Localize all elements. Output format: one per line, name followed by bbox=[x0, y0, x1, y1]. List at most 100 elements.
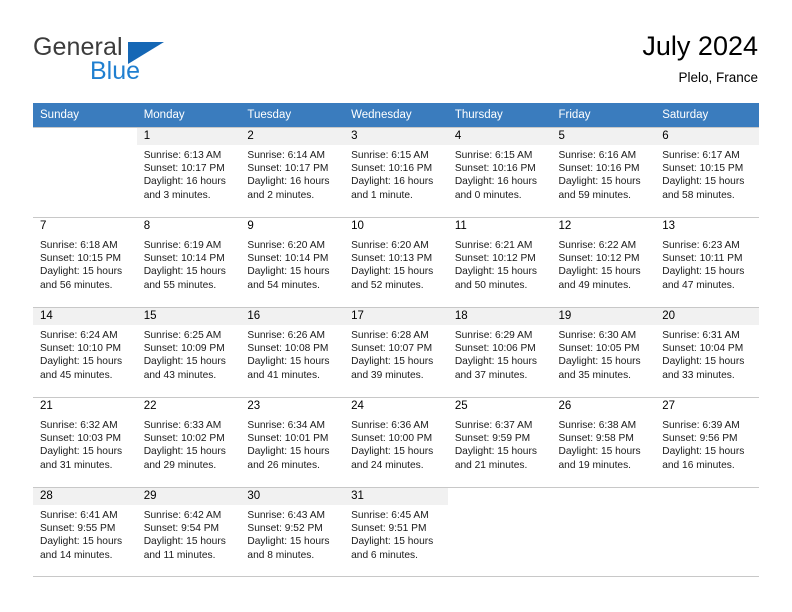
calendar-week-row: 1 Sunrise: 6:13 AM Sunset: 10:17 PM Dayligh… bbox=[33, 127, 759, 217]
day-details: Sunrise: 6:21 AM Sunset: 10:12 PM Daylight… bbox=[448, 235, 552, 292]
calendar-day-cell[interactable]: 20 Sunrise: 6:31 AM Sunset: 10:04 PM Daylig… bbox=[655, 307, 759, 397]
sunset-time: Sunset: 10:14 PM bbox=[247, 253, 329, 265]
calendar-week-row: 28 Sunrise: 6:41 AM Sunset: 9:55 PM Dayligh… bbox=[33, 487, 759, 577]
calendar-day-cell[interactable]: 29 Sunrise: 6:42 AM Sunset: 9:54 PM Dayligh… bbox=[136, 487, 241, 577]
sunset-time: Sunset: 9:51 PM bbox=[351, 523, 427, 535]
calendar-day-cell[interactable]: 24 Sunrise: 6:36 AM Sunset: 10:00 PM Daylig… bbox=[344, 397, 448, 487]
calendar-day-cell[interactable]: 2 Sunrise: 6:14 AM Sunset: 10:17 PM Dayligh… bbox=[240, 127, 345, 217]
day-number: 29 bbox=[136, 488, 241, 505]
day-cell-inner: 4 Sunrise: 6:15 AM Sunset: 10:16 PM Dayligh… bbox=[447, 127, 552, 217]
sunset-time: Sunset: 10:17 PM bbox=[143, 163, 225, 175]
calendar-day-cell[interactable]: 13 Sunrise: 6:23 AM Sunset: 10:11 PM Daylig… bbox=[655, 217, 759, 307]
sunrise-time: Sunrise: 6:17 AM bbox=[662, 150, 740, 161]
day-cell-inner bbox=[447, 487, 552, 577]
calendar-day-cell[interactable]: 10 Sunrise: 6:20 AM Sunset: 10:13 PM Daylig… bbox=[344, 217, 448, 307]
calendar-day-cell[interactable]: 5 Sunrise: 6:16 AM Sunset: 10:16 PM Dayligh… bbox=[551, 127, 656, 217]
daylight-duration-line2: and 1 minute. bbox=[351, 189, 413, 201]
daylight-duration-line1: Daylight: 15 hours bbox=[40, 356, 123, 368]
sunset-time: Sunset: 10:07 PM bbox=[351, 343, 433, 355]
calendar-week-row: 21 Sunrise: 6:32 AM Sunset: 10:03 PM Daylig… bbox=[33, 397, 759, 487]
sunrise-sunset-calendar: Sunday Monday Tuesday Wednesday Thursday… bbox=[33, 103, 759, 577]
calendar-day-cell[interactable]: 14 Sunrise: 6:24 AM Sunset: 10:10 PM Daylig… bbox=[33, 307, 137, 397]
calendar-day-cell[interactable]: 6 Sunrise: 6:17 AM Sunset: 10:15 PM Dayligh… bbox=[655, 127, 759, 217]
calendar-day-cell-empty bbox=[551, 487, 656, 577]
day-cell-inner: 6 Sunrise: 6:17 AM Sunset: 10:15 PM Dayligh… bbox=[655, 127, 759, 217]
day-cell-inner: 9 Sunrise: 6:20 AM Sunset: 10:14 PM Dayligh… bbox=[240, 217, 345, 307]
daylight-duration-line1: Daylight: 15 hours bbox=[662, 266, 745, 278]
day-number: 14 bbox=[33, 308, 137, 325]
day-details: Sunrise: 6:41 AM Sunset: 9:55 PM Daylight:… bbox=[33, 505, 137, 562]
sunset-time: Sunset: 10:09 PM bbox=[143, 343, 225, 355]
calendar-day-cell[interactable]: 28 Sunrise: 6:41 AM Sunset: 9:55 PM Dayligh… bbox=[33, 487, 137, 577]
day-cell-inner bbox=[655, 487, 759, 577]
calendar-day-cell[interactable]: 30 Sunrise: 6:43 AM Sunset: 9:52 PM Dayligh… bbox=[240, 487, 345, 577]
daylight-duration-line2: and 8 minutes. bbox=[247, 549, 315, 561]
day-cell-inner: 20 Sunrise: 6:31 AM Sunset: 10:04 PM Daylig… bbox=[655, 307, 759, 397]
day-number: 26 bbox=[551, 398, 656, 415]
calendar-day-cell[interactable]: 18 Sunrise: 6:29 AM Sunset: 10:06 PM Daylig… bbox=[447, 307, 552, 397]
daylight-duration-line2: and 33 minutes. bbox=[662, 369, 735, 381]
day-cell-inner: 30 Sunrise: 6:43 AM Sunset: 9:52 PM Dayligh… bbox=[240, 487, 345, 577]
day-details: Sunrise: 6:33 AM Sunset: 10:02 PM Daylight… bbox=[137, 415, 241, 472]
calendar-day-cell[interactable]: 3 Sunrise: 6:15 AM Sunset: 10:16 PM Dayligh… bbox=[344, 127, 448, 217]
calendar-week-row: 7 Sunrise: 6:18 AM Sunset: 10:15 PM Dayligh… bbox=[33, 217, 759, 307]
day-number: 1 bbox=[136, 128, 241, 145]
day-cell-inner bbox=[33, 127, 137, 217]
day-details: Sunrise: 6:26 AM Sunset: 10:08 PM Daylight… bbox=[240, 325, 344, 382]
sunset-time: Sunset: 10:15 PM bbox=[40, 253, 121, 265]
daylight-duration-line1: Daylight: 15 hours bbox=[558, 266, 641, 278]
day-number: 8 bbox=[136, 218, 241, 235]
title-block: July 2024 Plelo, France bbox=[642, 30, 758, 88]
calendar-day-cell[interactable]: 16 Sunrise: 6:26 AM Sunset: 10:08 PM Daylig… bbox=[240, 307, 345, 397]
day-cell-inner: 5 Sunrise: 6:16 AM Sunset: 10:16 PM Dayligh… bbox=[551, 127, 656, 217]
daylight-duration-line2: and 43 minutes. bbox=[143, 369, 217, 381]
calendar-day-cell[interactable]: 1 Sunrise: 6:13 AM Sunset: 10:17 PM Dayligh… bbox=[136, 127, 241, 217]
daylight-duration-line2: and 14 minutes. bbox=[40, 549, 113, 561]
day-number: 18 bbox=[447, 308, 552, 325]
day-cell-inner: 3 Sunrise: 6:15 AM Sunset: 10:16 PM Dayligh… bbox=[344, 127, 448, 217]
page-location: Plelo, France bbox=[678, 70, 758, 85]
calendar-day-cell[interactable]: 17 Sunrise: 6:28 AM Sunset: 10:07 PM Daylig… bbox=[344, 307, 448, 397]
day-cell-inner: 2 Sunrise: 6:14 AM Sunset: 10:17 PM Dayligh… bbox=[240, 127, 345, 217]
calendar-day-cell[interactable]: 23 Sunrise: 6:34 AM Sunset: 10:01 PM Daylig… bbox=[240, 397, 345, 487]
day-details: Sunrise: 6:13 AM Sunset: 10:17 PM Daylight… bbox=[137, 145, 241, 202]
general-blue-logo[interactable]: General Blue bbox=[33, 33, 263, 85]
day-number bbox=[552, 488, 656, 505]
calendar-day-cell[interactable]: 21 Sunrise: 6:32 AM Sunset: 10:03 PM Daylig… bbox=[33, 397, 137, 487]
calendar-day-cell[interactable]: 11 Sunrise: 6:21 AM Sunset: 10:12 PM Daylig… bbox=[447, 217, 552, 307]
calendar-day-cell[interactable]: 8 Sunrise: 6:19 AM Sunset: 10:14 PM Dayligh… bbox=[136, 217, 241, 307]
daylight-duration-line2: and 58 minutes. bbox=[662, 189, 735, 201]
day-number: 16 bbox=[240, 308, 345, 325]
day-details: Sunrise: 6:39 AM Sunset: 9:56 PM Daylight:… bbox=[655, 415, 759, 472]
calendar-day-cell[interactable]: 26 Sunrise: 6:38 AM Sunset: 9:58 PM Dayligh… bbox=[551, 397, 656, 487]
calendar-day-cell[interactable]: 25 Sunrise: 6:37 AM Sunset: 9:59 PM Dayligh… bbox=[447, 397, 552, 487]
calendar-day-cell[interactable]: 27 Sunrise: 6:39 AM Sunset: 9:56 PM Dayligh… bbox=[655, 397, 759, 487]
calendar-day-cell[interactable]: 15 Sunrise: 6:25 AM Sunset: 10:09 PM Daylig… bbox=[136, 307, 241, 397]
sunset-time: Sunset: 10:15 PM bbox=[662, 163, 744, 175]
calendar-day-cell[interactable]: 19 Sunrise: 6:30 AM Sunset: 10:05 PM Daylig… bbox=[551, 307, 656, 397]
sunrise-time: Sunrise: 6:24 AM bbox=[40, 330, 118, 341]
daylight-duration-line2: and 11 minutes. bbox=[143, 549, 216, 561]
calendar-day-cell[interactable]: 4 Sunrise: 6:15 AM Sunset: 10:16 PM Dayligh… bbox=[447, 127, 552, 217]
day-number: 25 bbox=[447, 398, 552, 415]
daylight-duration-line1: Daylight: 15 hours bbox=[40, 446, 123, 458]
calendar-day-cell[interactable]: 31 Sunrise: 6:45 AM Sunset: 9:51 PM Dayligh… bbox=[344, 487, 448, 577]
day-details: Sunrise: 6:30 AM Sunset: 10:05 PM Daylight… bbox=[552, 325, 656, 382]
sunset-time: Sunset: 10:06 PM bbox=[454, 343, 536, 355]
day-cell-inner: 16 Sunrise: 6:26 AM Sunset: 10:08 PM Daylig… bbox=[240, 307, 345, 397]
calendar-day-cell[interactable]: 12 Sunrise: 6:22 AM Sunset: 10:12 PM Daylig… bbox=[551, 217, 656, 307]
daylight-duration-line1: Daylight: 15 hours bbox=[40, 266, 123, 278]
day-number: 27 bbox=[655, 398, 759, 415]
sunset-time: Sunset: 9:55 PM bbox=[40, 523, 116, 535]
daylight-duration-line1: Daylight: 15 hours bbox=[558, 356, 641, 368]
calendar-day-cell[interactable]: 22 Sunrise: 6:33 AM Sunset: 10:02 PM Daylig… bbox=[136, 397, 241, 487]
page-header: General Blue July 2024 Plelo, France bbox=[0, 0, 792, 103]
day-number: 17 bbox=[344, 308, 448, 325]
daylight-duration-line1: Daylight: 15 hours bbox=[558, 446, 641, 458]
calendar-day-cell[interactable]: 9 Sunrise: 6:20 AM Sunset: 10:14 PM Dayligh… bbox=[240, 217, 345, 307]
day-number: 2 bbox=[240, 128, 345, 145]
sunrise-time: Sunrise: 6:15 AM bbox=[351, 150, 429, 161]
daylight-duration-line2: and 37 minutes. bbox=[454, 369, 528, 381]
sunset-time: Sunset: 10:00 PM bbox=[351, 433, 433, 445]
calendar-day-cell[interactable]: 7 Sunrise: 6:18 AM Sunset: 10:15 PM Dayligh… bbox=[33, 217, 137, 307]
